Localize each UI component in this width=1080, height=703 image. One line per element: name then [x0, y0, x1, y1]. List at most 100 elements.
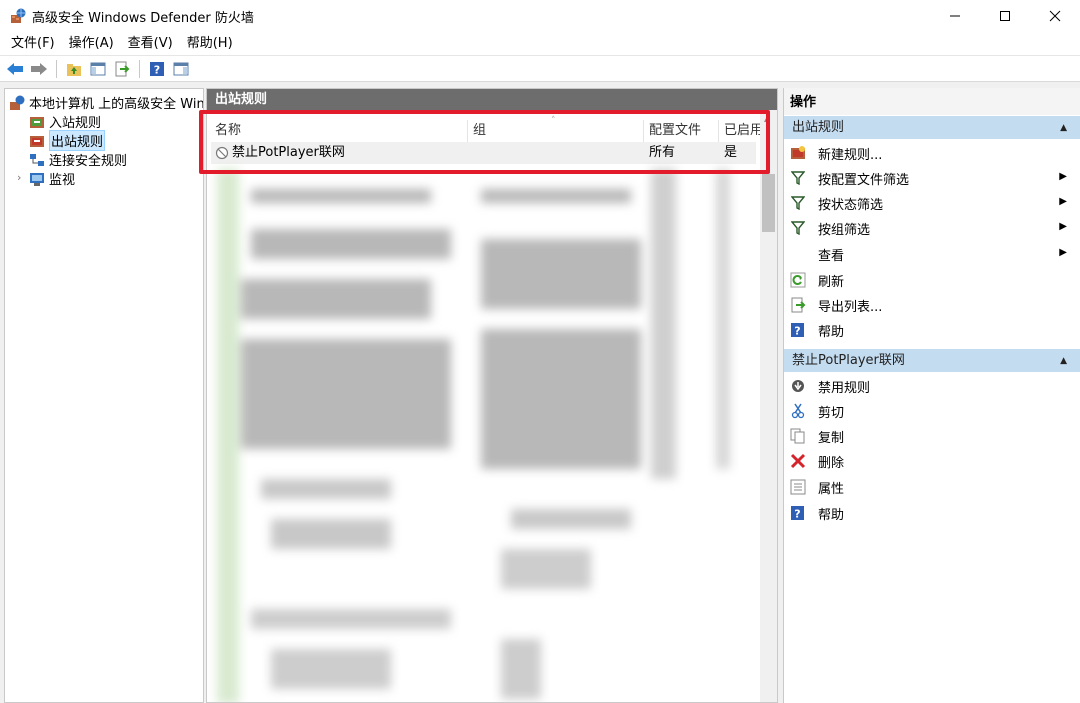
tree-item-outbound-rules[interactable]: 出站规则 [29, 130, 106, 151]
help-icon: ? [790, 322, 806, 338]
disable-rule-icon [790, 378, 806, 394]
menu-view[interactable]: 查看(V) [121, 33, 180, 55]
outbound-rules-icon [30, 135, 44, 147]
toolbar-separator [56, 59, 57, 78]
refresh-icon [790, 272, 806, 288]
highlight-box [199, 110, 770, 174]
show-hide-tree-icon [90, 62, 106, 75]
menu-bar: 文件(F) 操作(A) 查看(V) 帮助(H) [0, 32, 1080, 56]
actions-pane: 操作 出站规则 ▲ 新建规则... 按配置文件筛选 ▶ 按状态筛选 ▶ 按组筛选… [783, 88, 1080, 703]
action-label: 删除 [818, 455, 845, 471]
help-button[interactable]: ? [146, 58, 168, 80]
monitoring-icon [30, 172, 44, 186]
tree-item-label: 监视 [49, 173, 76, 188]
firewall-window: 高级安全 Windows Defender 防火墙 文件(F) 操作(A) 查看… [0, 0, 1080, 703]
action-help[interactable]: ? 帮助 [788, 318, 1077, 342]
export-list-button[interactable] [111, 58, 133, 80]
action-label: 查看 [818, 248, 845, 264]
tree-item-label: 入站规则 [49, 116, 102, 131]
connection-security-icon [30, 153, 44, 166]
expand-monitoring-chevron-icon[interactable]: › [17, 171, 21, 184]
svg-text:?: ? [154, 63, 160, 76]
show-hide-action-pane-icon [173, 62, 189, 75]
firewall-icon [10, 95, 25, 110]
tree-item-monitoring[interactable]: 监视 [29, 169, 75, 188]
copy-icon [790, 428, 806, 444]
toolbar-separator [139, 59, 140, 78]
action-view[interactable]: 查看 ▶ [788, 242, 1077, 266]
rules-panel-title: 出站规则 [207, 89, 777, 110]
action-disable-rule[interactable]: 禁用规则 [788, 374, 1077, 398]
show-hide-action-pane-button[interactable] [170, 58, 192, 80]
action-copy[interactable]: 复制 [788, 424, 1077, 448]
action-label: 复制 [818, 430, 845, 446]
action-label: 导出列表... [818, 299, 883, 315]
vertical-scrollbar[interactable]: ▲ [760, 110, 777, 702]
action-label: 按组筛选 [818, 222, 871, 238]
tree-item-connection-security-rules[interactable]: 连接安全规则 [29, 150, 127, 169]
action-refresh[interactable]: 刷新 [788, 268, 1077, 292]
inbound-rules-icon [30, 116, 44, 128]
maximize-button[interactable] [980, 0, 1030, 32]
action-filter-by-state[interactable]: 按状态筛选 ▶ [788, 191, 1077, 215]
toolbar: ? [0, 56, 1080, 82]
minimize-icon [950, 15, 960, 17]
navigation-tree: 本地计算机 上的高级安全 Windows Defender 防火墙 入站规则 出… [4, 88, 204, 703]
actions-section-outbound-rules[interactable]: 出站规则 ▲ [784, 115, 1080, 139]
submenu-arrow-icon: ▶ [1059, 247, 1067, 258]
scroll-thumb[interactable] [762, 174, 775, 232]
action-properties[interactable]: 属性 [788, 475, 1077, 499]
rules-panel: 出站规则 名称 组 ˄ 配置文件 已启用 禁止PotPlayer联网 所有 是 [206, 88, 778, 703]
action-help-rule[interactable]: ? 帮助 [788, 501, 1077, 525]
help-icon: ? [150, 61, 164, 76]
actions-section-selected-rule[interactable]: 禁止PotPlayer联网 ▲ [784, 348, 1080, 372]
filter-icon [790, 220, 806, 236]
svg-text:?: ? [794, 325, 800, 338]
tree-root[interactable]: 本地计算机 上的高级安全 Windows Defender 防火墙 [9, 93, 204, 112]
back-button[interactable] [4, 58, 26, 80]
action-label: 新建规则... [818, 147, 883, 163]
submenu-arrow-icon: ▶ [1059, 171, 1067, 182]
delete-icon [790, 453, 806, 469]
collapse-caret-icon[interactable]: ▲ [1060, 116, 1067, 140]
action-label: 属性 [818, 481, 845, 497]
forward-icon [31, 62, 47, 75]
forward-button[interactable] [28, 58, 50, 80]
action-filter-by-profile[interactable]: 按配置文件筛选 ▶ [788, 166, 1077, 190]
show-hide-tree-button[interactable] [87, 58, 109, 80]
tree-root-label: 本地计算机 上的高级安全 Windows Defender 防火墙 [29, 97, 204, 112]
close-button[interactable] [1030, 0, 1080, 32]
cut-icon [790, 403, 806, 419]
new-rule-icon [790, 145, 806, 161]
collapse-caret-icon[interactable]: ▲ [1060, 349, 1067, 373]
close-icon [1049, 10, 1061, 22]
minimize-button[interactable] [930, 0, 980, 32]
action-delete[interactable]: 删除 [788, 449, 1077, 473]
help-icon: ? [790, 505, 806, 521]
action-new-rule[interactable]: 新建规则... [788, 141, 1077, 165]
menu-help[interactable]: 帮助(H) [180, 33, 240, 55]
action-label: 刷新 [818, 274, 845, 290]
actions-title: 操作 [784, 88, 1080, 115]
action-label: 帮助 [818, 507, 845, 523]
action-filter-by-group[interactable]: 按组筛选 ▶ [788, 216, 1077, 240]
section-title: 禁止PotPlayer联网 [792, 353, 905, 368]
up-folder-button[interactable] [63, 58, 85, 80]
action-label: 剪切 [818, 405, 845, 421]
up-folder-icon [67, 63, 81, 76]
maximize-icon [1000, 11, 1010, 21]
export-list-icon [115, 61, 130, 76]
title-bar: 高级安全 Windows Defender 防火墙 [0, 0, 1080, 32]
export-icon [790, 297, 806, 313]
svg-text:?: ? [794, 508, 800, 521]
action-label: 按状态筛选 [818, 197, 884, 213]
action-cut[interactable]: 剪切 [788, 399, 1077, 423]
blurred-rule-list [211, 169, 760, 702]
firewall-app-icon [10, 8, 26, 24]
menu-file[interactable]: 文件(F) [4, 33, 62, 55]
action-export-list[interactable]: 导出列表... [788, 293, 1077, 317]
menu-action[interactable]: 操作(A) [62, 33, 121, 55]
properties-icon [790, 479, 806, 495]
tree-item-label: 出站规则 [49, 130, 106, 151]
tree-item-inbound-rules[interactable]: 入站规则 [29, 112, 101, 131]
